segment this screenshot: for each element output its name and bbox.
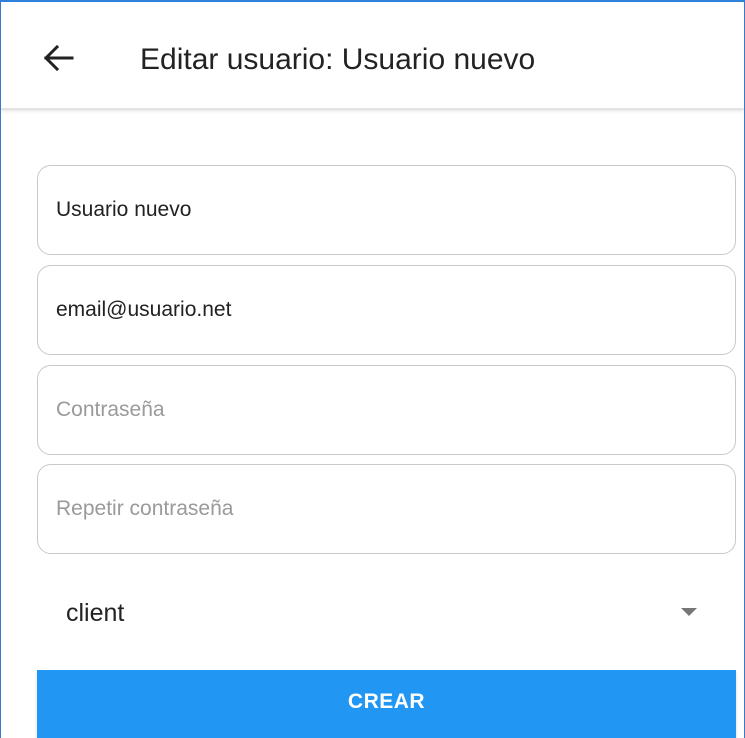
role-select[interactable]: client: [37, 582, 736, 644]
email-input[interactable]: [56, 298, 717, 322]
back-button[interactable]: [39, 38, 79, 78]
app-window: Editar usuario: Usuario nuevo client CRE…: [0, 0, 745, 738]
password-field[interactable]: [37, 365, 736, 455]
dropdown-caret-icon: [681, 608, 697, 616]
page-title: Editar usuario: Usuario nuevo: [140, 43, 536, 76]
password-input[interactable]: [56, 398, 717, 422]
arrow-left-icon: [44, 45, 74, 71]
name-field[interactable]: [37, 165, 736, 255]
email-field[interactable]: [37, 265, 736, 355]
app-bar: Editar usuario: Usuario nuevo: [1, 2, 744, 109]
name-input[interactable]: [56, 198, 717, 222]
create-button[interactable]: CREAR: [37, 670, 736, 738]
repeat-password-field[interactable]: [37, 464, 736, 554]
role-select-value: client: [66, 598, 125, 627]
repeat-password-input[interactable]: [56, 497, 717, 521]
